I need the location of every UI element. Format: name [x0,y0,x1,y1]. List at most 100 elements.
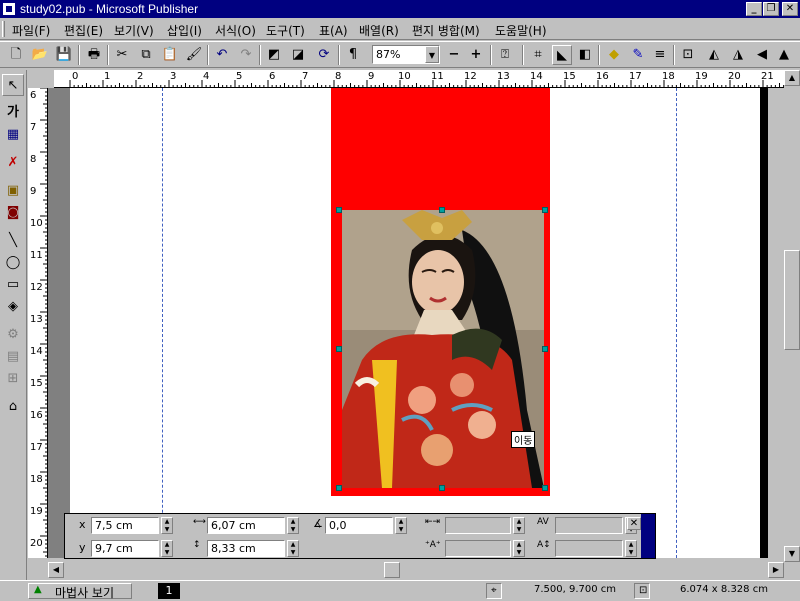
width-field[interactable]: 6,07 cm [207,517,285,534]
x-position-field[interactable]: 7,5 cm [91,517,159,534]
send-to-back-icon[interactable]: ◪ [288,45,308,65]
measurement-close-icon[interactable]: ✕ [627,517,641,530]
design-gallery-icon[interactable]: ⚙ [2,324,24,346]
flip-vertical-icon[interactable]: ▲ [774,45,794,65]
undo-icon[interactable]: ↶ [212,45,232,65]
vertical-scroll-thumb[interactable] [784,250,800,350]
height-field[interactable]: 8,33 cm [207,540,285,557]
text-scale-spinner-icon[interactable]: ▲ ▼ [513,540,525,557]
resize-handle-left[interactable] [336,346,342,352]
line-color-icon[interactable]: ✎ [628,45,648,65]
publisher-app-icon[interactable] [2,2,16,16]
publication-page[interactable]: 이동 [70,88,760,558]
zoom-out-icon[interactable]: − [444,45,464,65]
ruler-corner[interactable] [28,70,54,88]
kerning-field[interactable] [555,517,623,534]
print-icon[interactable]: 🖶 [84,45,104,65]
redo-icon[interactable]: ↷ [236,45,256,65]
special-characters-icon[interactable]: ¶ [343,45,363,65]
cut-icon[interactable]: ✂ [112,45,132,65]
vertical-ruler[interactable]: 6 7 8 9 10 11 12 13 14 15 16 17 18 19 20 [28,88,48,558]
menu-arrange[interactable]: 배열(R) [359,22,399,39]
resize-handle-top-left[interactable] [336,207,342,213]
fill-color-icon[interactable]: ◆ [604,45,624,65]
zoom-select[interactable]: 87% ▼ [372,45,440,64]
minimize-button[interactable]: _ [746,2,762,16]
table-frame-icon[interactable]: ▦ [2,124,24,146]
open-icon[interactable]: 📂 [30,45,50,65]
horizontal-scrollbar[interactable]: ◀ ▶ [48,562,784,578]
y-spinner-icon[interactable]: ▲ ▼ [161,540,173,557]
scroll-down-icon[interactable]: ▼ [784,546,800,562]
text-scale-field[interactable] [445,540,511,557]
page-navigator-button[interactable]: 1 [158,583,180,599]
resize-handle-bottom-left[interactable] [336,485,342,491]
resize-handle-bottom-right[interactable] [542,485,548,491]
crop-icon[interactable]: ⌗ [528,45,548,65]
line-style-icon[interactable]: ≡ [650,45,670,65]
text-frame-icon[interactable]: 가 [2,102,24,124]
design-object-icon[interactable]: ⌂ [2,396,24,418]
rectangle-tool-icon[interactable]: ▭ [2,274,24,296]
oval-tool-icon[interactable]: ◯ [2,252,24,274]
flip-right-icon[interactable]: ◮ [728,45,748,65]
help-icon[interactable]: ⍰ [495,45,515,65]
width-spinner-icon[interactable]: ▲ ▼ [287,517,299,534]
menu-table[interactable]: 표(A) [319,22,348,39]
clipart-icon[interactable]: ◙ [2,202,24,224]
horizontal-scroll-thumb[interactable] [384,562,400,578]
y-position-field[interactable]: 9,7 cm [91,540,159,557]
horizontal-ruler[interactable]: 0 1 2 3 4 5 6 7 8 9 10 11 12 13 14 15 16… [54,70,784,88]
restore-button[interactable]: ❐ [763,2,779,16]
chevron-down-icon[interactable]: ▼ [425,46,439,63]
rotation-field[interactable]: 0,0 [325,517,393,534]
flip-left-icon[interactable]: ◭ [704,45,724,65]
menu-help[interactable]: 도움말(H) [495,22,547,39]
menu-insert[interactable]: 삽입(I) [167,22,202,39]
bring-to-front-icon[interactable]: ◩ [264,45,284,65]
height-spinner-icon[interactable]: ▲ ▼ [287,540,299,557]
vertical-scrollbar[interactable]: ▲ ▼ [784,70,800,580]
scroll-right-icon[interactable]: ▶ [768,562,784,578]
picture-frame-icon[interactable]: ▣ [2,180,24,202]
scroll-left-icon[interactable]: ◀ [48,562,64,578]
scroll-up-icon[interactable]: ▲ [784,70,800,86]
zoom-in-icon[interactable]: + [466,45,486,65]
resize-handle-right[interactable] [542,346,548,352]
show-wizard-button[interactable]: 마법사 보기 [28,583,132,600]
wrap-picture-icon[interactable]: ◧ [575,45,595,65]
copy-icon[interactable]: ⧉ [136,45,156,65]
line-spacing-spinner-icon[interactable]: ▲ ▼ [625,540,637,557]
pointer-icon[interactable]: ↖ [2,74,24,96]
rotation-spinner-icon[interactable]: ▲ ▼ [395,517,407,534]
form-control-icon[interactable]: ▤ [2,346,24,368]
shadow-icon[interactable]: ⊡ [678,45,698,65]
line-spacing-field[interactable] [555,540,623,557]
close-button[interactable]: ✕ [782,2,798,16]
menu-view[interactable]: 보기(V) [114,22,154,39]
x-spinner-icon[interactable]: ▲ ▼ [161,517,173,534]
wordart-icon[interactable]: ✗ [2,152,24,174]
document-workspace[interactable]: 이동 [48,88,768,558]
menu-file[interactable]: 파일(F) [12,22,50,39]
paste-icon[interactable]: 📋 [160,45,180,65]
line-tool-icon[interactable]: ╲ [2,230,24,252]
custom-shapes-icon[interactable]: ◈ [2,296,24,318]
menu-edit[interactable]: 편집(E) [64,22,103,39]
resize-handle-top[interactable] [439,207,445,213]
menu-format[interactable]: 서식(O) [215,22,256,39]
character-spacing-field[interactable] [445,517,511,534]
flip-horizontal-icon[interactable]: ◀ [752,45,772,65]
format-painter-icon[interactable]: 🖌 [184,45,204,65]
resize-handle-bottom[interactable] [439,485,445,491]
measurement-title-bar[interactable] [641,514,655,558]
menu-mail-merge[interactable]: 편지 병합(M) [412,22,480,39]
html-code-icon[interactable]: ⊞ [2,368,24,390]
menu-tools[interactable]: 도구(T) [266,22,305,39]
rotate-icon[interactable]: ⟳ [314,45,334,65]
new-icon[interactable]: 🗋 [6,45,26,65]
wrap-frame-icon[interactable]: ◣ [552,45,572,65]
resize-handle-top-right[interactable] [542,207,548,213]
save-icon[interactable]: 💾 [54,45,74,65]
character-spacing-spinner-icon[interactable]: ▲ ▼ [513,517,525,534]
